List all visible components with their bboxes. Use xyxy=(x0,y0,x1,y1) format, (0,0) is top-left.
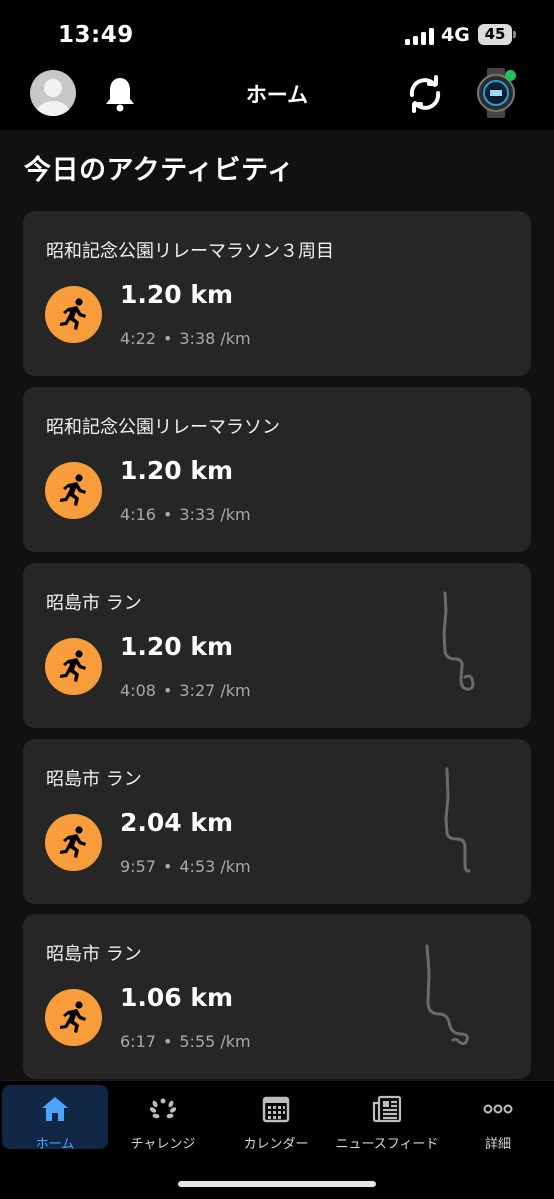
separator-dot: • xyxy=(162,857,173,876)
activity-distance: 1.20 km xyxy=(120,632,234,661)
route-map-thumbnail xyxy=(444,767,471,873)
signal-icon xyxy=(405,27,435,45)
nav-label-newsfeed: ニュースフィード xyxy=(335,1137,439,1152)
activity-card[interactable]: 昭島市 ラン 2.04 km 9:57 • 4:53 /km xyxy=(23,739,531,904)
nav-label-calendar: カレンダー xyxy=(243,1137,309,1152)
running-icon xyxy=(45,989,102,1046)
activity-pace: 3:33 /km xyxy=(179,505,251,524)
nav-label-home: ホーム xyxy=(35,1137,75,1152)
separator-dot: • xyxy=(162,1032,173,1051)
activity-pace: 5:55 /km xyxy=(179,1032,251,1051)
activity-duration: 4:22 xyxy=(120,329,156,348)
laurel-icon xyxy=(149,1098,177,1119)
newsfeed-icon xyxy=(372,1095,402,1123)
activity-duration: 6:17 xyxy=(120,1032,156,1051)
page-title: ホーム xyxy=(245,83,309,107)
app-screen: 13:49 4G 45 ホーム 今日のアクティビティ 昭和記念公園リレーマラソン… xyxy=(0,0,554,1199)
running-icon xyxy=(45,814,102,871)
status-bar: 13:49 4G 45 xyxy=(0,0,554,66)
activity-stats: 4:22 • 3:38 /km xyxy=(120,329,251,348)
running-icon xyxy=(45,462,102,519)
activity-card[interactable]: 昭島市 ラン 1.20 km 4:08 • 3:27 /km xyxy=(23,563,531,728)
activity-duration: 9:57 xyxy=(120,857,156,876)
activity-duration: 4:16 xyxy=(120,505,156,524)
activity-duration: 4:08 xyxy=(120,681,156,700)
activity-card[interactable]: 昭和記念公園リレーマラソン 1.20 km 4:16 • 3:33 /km xyxy=(23,387,531,552)
activity-title: 昭島市 ラン xyxy=(46,769,142,790)
running-icon xyxy=(45,286,102,343)
separator-dot: • xyxy=(162,505,173,524)
nav-home[interactable]: ホーム xyxy=(2,1085,108,1152)
activity-card[interactable]: 昭島市 ラン 1.06 km 6:17 • 5:55 /km xyxy=(23,914,531,1079)
activity-pace: 3:38 /km xyxy=(179,329,251,348)
activity-pace: 3:27 /km xyxy=(179,681,251,700)
nav-more[interactable]: 詳細 xyxy=(445,1085,551,1152)
activity-distance: 1.06 km xyxy=(120,983,234,1012)
nav-label-more: 詳細 xyxy=(484,1137,511,1152)
activity-stats: 6:17 • 5:55 /km xyxy=(120,1032,251,1051)
separator-dot: • xyxy=(162,329,173,348)
home-icon xyxy=(42,1097,68,1121)
nav-label-challenges: チャレンジ xyxy=(130,1137,196,1152)
activity-pace: 4:53 /km xyxy=(179,857,251,876)
activity-title: 昭島市 ラン xyxy=(46,944,142,965)
activity-distance: 1.20 km xyxy=(120,280,234,309)
battery-tip xyxy=(513,31,516,38)
nav-newsfeed[interactable]: ニュースフィード xyxy=(334,1085,440,1152)
calendar-icon xyxy=(262,1096,290,1123)
section-title: 今日のアクティビティ xyxy=(24,155,295,186)
home-indicator[interactable] xyxy=(178,1181,376,1187)
sync-icon[interactable] xyxy=(405,74,445,114)
nav-calendar[interactable]: カレンダー xyxy=(223,1085,329,1152)
activity-stats: 4:16 • 3:33 /km xyxy=(120,505,251,524)
nav-challenges[interactable]: チャレンジ xyxy=(110,1085,216,1152)
activity-card[interactable]: 昭和記念公園リレーマラソン３周目 1.20 km 4:22 • 3:38 /km xyxy=(23,211,531,376)
more-icon xyxy=(483,1104,513,1114)
running-icon xyxy=(45,638,102,695)
separator-dot: • xyxy=(162,681,173,700)
route-map-thumbnail xyxy=(425,944,469,1046)
activity-distance: 2.04 km xyxy=(120,808,234,837)
activity-stats: 9:57 • 4:53 /km xyxy=(120,857,251,876)
activity-stats: 4:08 • 3:27 /km xyxy=(120,681,251,700)
activity-title: 昭和記念公園リレーマラソン３周目 xyxy=(46,241,334,262)
activity-title: 昭和記念公園リレーマラソン xyxy=(46,417,280,438)
activity-title: 昭島市 ラン xyxy=(46,593,142,614)
connected-status-dot xyxy=(505,70,516,81)
app-header: ホーム xyxy=(0,66,554,130)
status-time: 13:49 xyxy=(58,22,134,48)
battery-icon: 45 xyxy=(478,24,512,45)
activity-distance: 1.20 km xyxy=(120,456,234,485)
network-type: 4G xyxy=(441,24,470,46)
route-map-thumbnail xyxy=(442,591,475,691)
